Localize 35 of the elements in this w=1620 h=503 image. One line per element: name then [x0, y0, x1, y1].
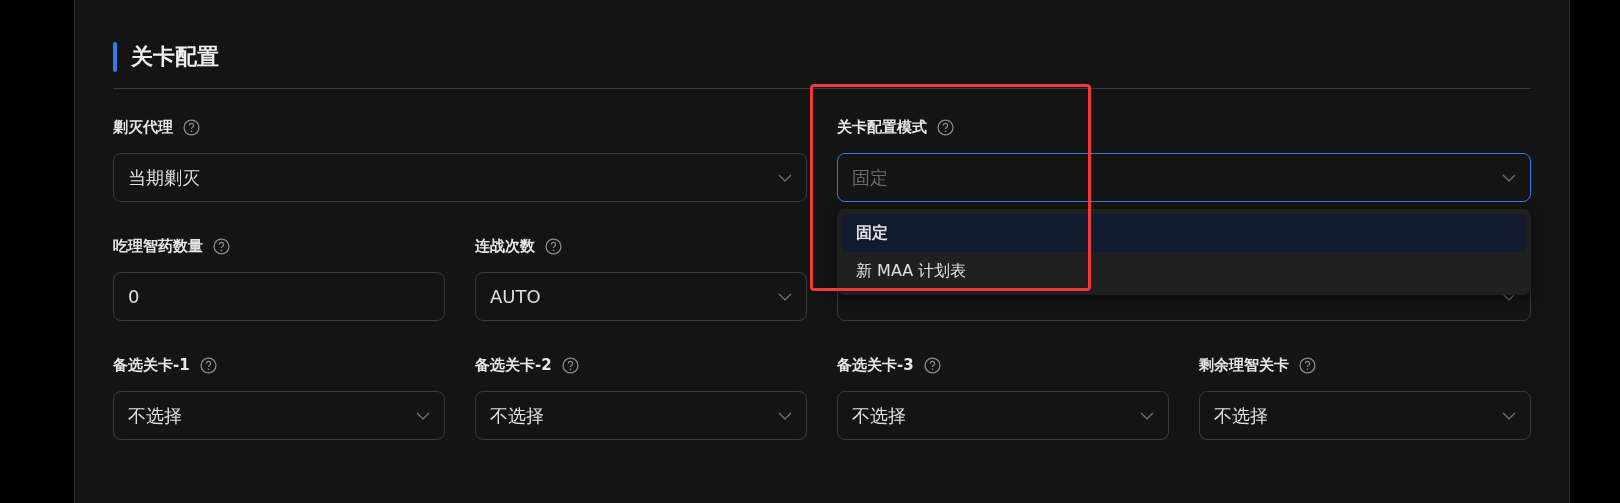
help-icon[interactable] [1299, 356, 1316, 374]
select-field[interactable]: 当期剿灭 [113, 153, 807, 202]
select-field[interactable]: 不选择 [1199, 391, 1531, 440]
field-label: 备选关卡-2 [475, 355, 552, 375]
select-field[interactable]: 不选择 [475, 391, 807, 440]
section-title: 关卡配置 [131, 43, 219, 71]
dropdown-option[interactable]: 固定 [842, 214, 1526, 252]
select-field[interactable]: 不选择 [837, 391, 1169, 440]
field-label: 备选关卡-1 [113, 355, 190, 375]
caret-icon [1502, 173, 1516, 182]
caret-icon [1140, 411, 1154, 420]
dropdown-option[interactable]: 新 MAA 计划表 [842, 252, 1526, 290]
caret-icon [416, 411, 430, 420]
help-icon[interactable] [545, 237, 562, 255]
caret-icon [778, 411, 792, 420]
select-field[interactable]: AUTO [475, 272, 807, 321]
caret-icon [778, 173, 792, 182]
field-label: 剩余理智关卡 [1199, 355, 1289, 375]
help-icon[interactable] [183, 118, 200, 136]
select-field[interactable]: 不选择 [113, 391, 445, 440]
number-input[interactable]: 0 [113, 272, 445, 321]
caret-icon [778, 292, 792, 301]
field-label: 剿灭代理 [113, 117, 173, 137]
accent-bar [113, 42, 117, 72]
field-label: 关卡配置模式 [837, 117, 927, 137]
field-label: 连战次数 [475, 236, 535, 256]
help-icon[interactable] [199, 356, 217, 374]
help-icon[interactable] [923, 356, 941, 374]
help-icon[interactable] [561, 356, 579, 374]
field-label: 备选关卡-3 [837, 355, 914, 375]
caret-icon [1502, 292, 1516, 301]
help-icon[interactable] [213, 237, 230, 255]
help-icon[interactable] [937, 118, 954, 136]
caret-icon [1502, 411, 1516, 420]
field-label: 吃理智药数量 [113, 236, 203, 256]
